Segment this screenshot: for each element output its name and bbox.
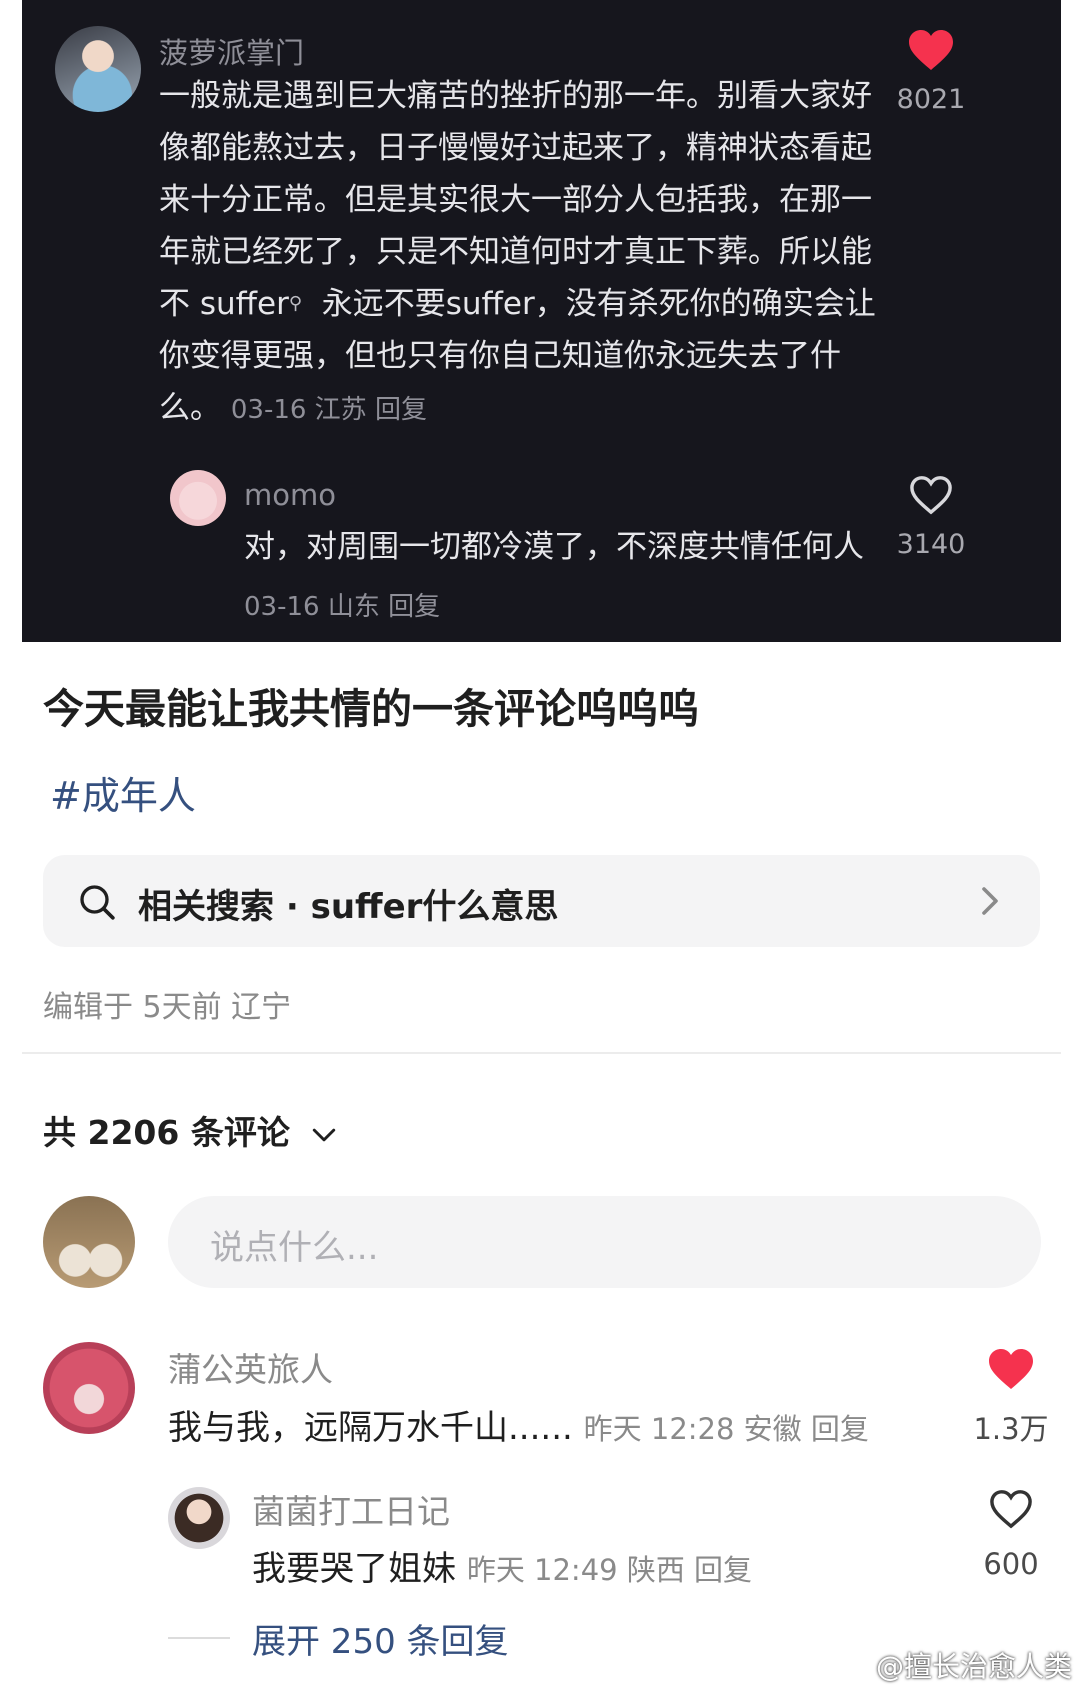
watermark: @擅长治愈人类 (875, 1650, 1072, 1683)
comment-count-toggle[interactable]: 共 2206 条评论 (43, 1106, 337, 1154)
related-search-label: 相关搜索 · suffer什么意思 (138, 887, 559, 927)
reply-meta: 昨天 12:49 陕西 回复 (466, 1553, 753, 1587)
hashtag-link[interactable]: #成年人 (50, 765, 196, 820)
current-user-avatar (43, 1196, 135, 1288)
avatar[interactable] (55, 26, 141, 112)
comment-meta: 03-16 江苏 回复 (230, 395, 427, 425)
search-icon (80, 885, 115, 920)
divider (168, 1637, 230, 1639)
heart-filled-icon[interactable] (987, 1347, 1035, 1391)
like-count: 1.3万 (973, 1412, 1049, 1446)
heart-outline-icon[interactable] (908, 474, 954, 516)
search-keyword-icon: ⚲ (288, 293, 303, 314)
heart-outline-icon[interactable] (988, 1488, 1034, 1530)
chevron-right-icon (982, 887, 998, 915)
chevron-down-icon (313, 1128, 336, 1141)
heart-filled-icon[interactable] (907, 28, 955, 72)
comment-text: 一般就是遇到巨大痛苦的挫折的那一年。别看大家好 像都能熬过去，日子慢慢好过起来了… (159, 78, 876, 426)
comment-meta: 昨天 12:28 安徽 回复 (583, 1412, 869, 1446)
like-count: 600 (983, 1547, 1039, 1581)
comment-username[interactable]: 蒲公英旅人 (168, 1343, 333, 1391)
comment-text: 我与我，远隔万水千山...... 昨天 12:28 安徽 回复 (168, 1408, 869, 1448)
like-count: 3140 (896, 529, 966, 560)
related-search-bar[interactable]: 相关搜索 · suffer什么意思 (43, 855, 1040, 947)
reply-username[interactable]: momo (244, 478, 336, 512)
comment-input-placeholder: 说点什么... (210, 1228, 379, 1268)
reply-meta: 03-16 山东 回复 (244, 592, 441, 622)
divider (22, 1052, 1061, 1054)
expand-replies-button[interactable]: 展开 250 条回复 (252, 1614, 509, 1663)
post-title: 今天最能让我共情的一条评论呜呜呜 (43, 685, 699, 733)
reply-text: 对，对周围一切都冷漠了，不深度共情任何人 (244, 529, 864, 565)
embedded-comment-screenshot: 菠萝派掌门 一般就是遇到巨大痛苦的挫折的那一年。别看大家好 像都能熬过去，日子慢… (22, 0, 1061, 642)
like-count: 8021 (896, 84, 966, 115)
avatar[interactable] (43, 1342, 135, 1434)
edit-info: 编辑于 5天前 辽宁 (43, 990, 292, 1025)
reply-text: 我要哭了姐妹 昨天 12:49 陕西 回复 (252, 1549, 753, 1589)
reply-username[interactable]: 菌菌打工日记 (252, 1485, 450, 1533)
comment-username[interactable]: 菠萝派掌门 (159, 30, 304, 72)
avatar[interactable] (170, 470, 226, 526)
avatar[interactable] (168, 1487, 230, 1549)
comment-input[interactable]: 说点什么... (168, 1196, 1041, 1288)
